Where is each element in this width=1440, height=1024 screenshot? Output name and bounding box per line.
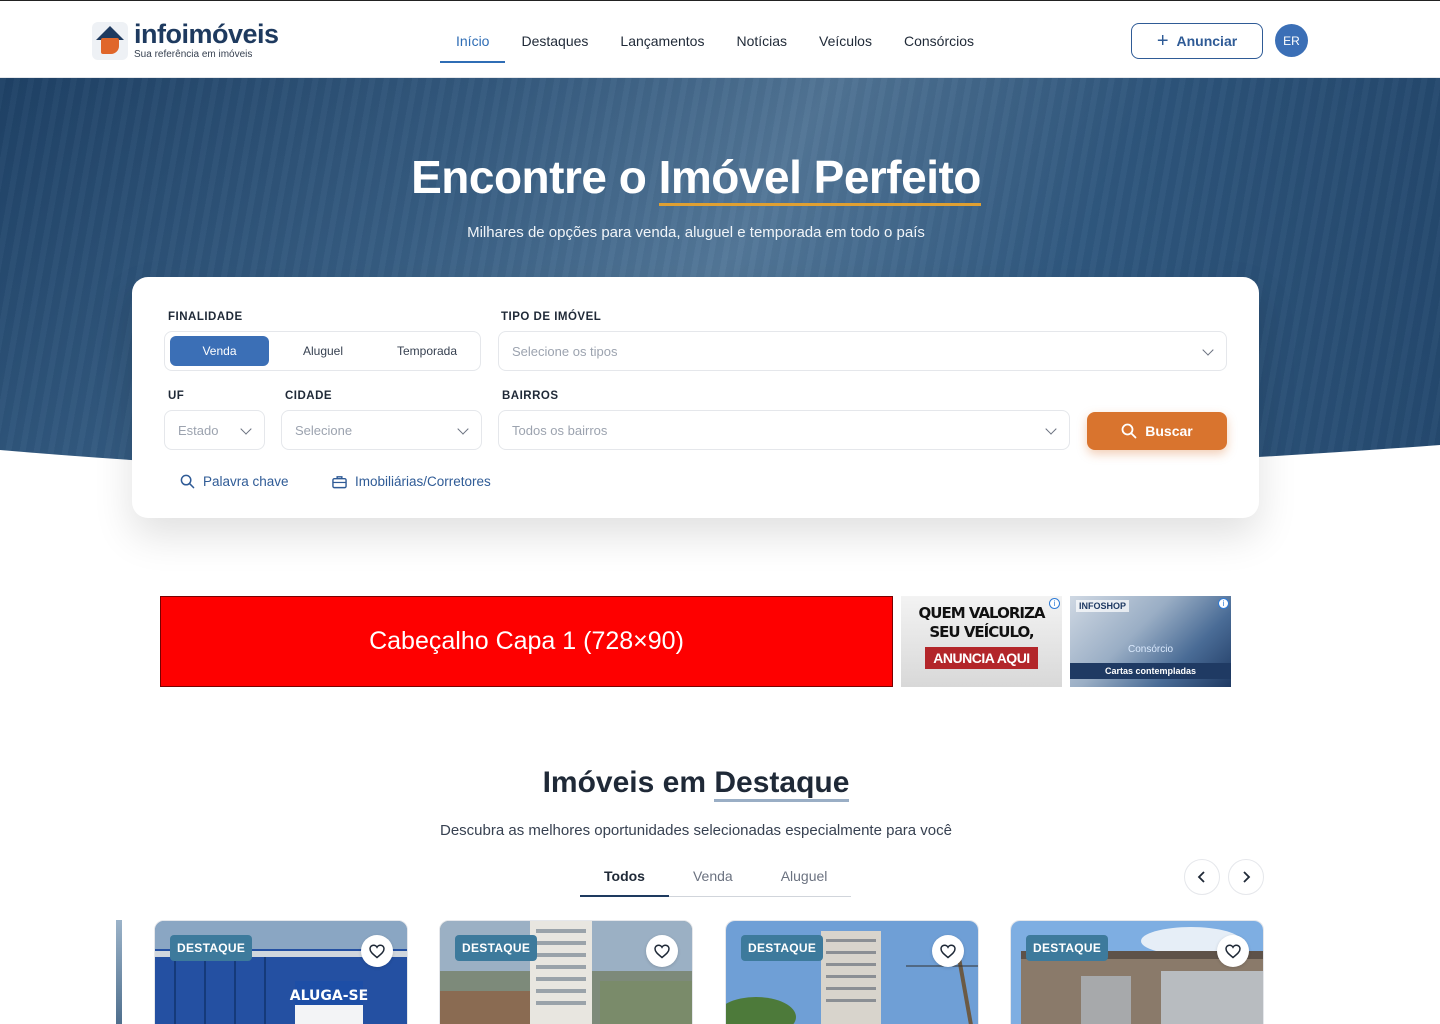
keyword-search-link[interactable]: Palavra chave [180, 474, 289, 489]
anunciar-button[interactable]: + Anunciar [1131, 23, 1263, 59]
finalidade-label: FINALIDADE [168, 311, 243, 323]
finalidade-temporada[interactable]: Temporada [377, 336, 477, 366]
featured-tabs: Todos Venda Aluguel [580, 862, 852, 897]
ad-main-text: Cabeçalho Capa 1 (728×90) [369, 627, 684, 655]
logo-tagline: Sua referência em imóveis [134, 49, 253, 60]
ad-infoshop-line2: Cartas contempladas [1070, 663, 1231, 679]
property-card[interactable]: DESTAQUE [725, 920, 979, 1024]
briefcase-icon [332, 475, 347, 488]
logo-name: infoimóveis [134, 19, 279, 49]
ad-infoshop-brand: INFOSHOP [1076, 600, 1130, 612]
featured-subtitle: Descubra as melhores oportunidades selec… [440, 822, 952, 839]
finalidade-segmented: Venda Aluguel Temporada [164, 331, 481, 371]
anunciar-label: Anunciar [1176, 33, 1238, 49]
chevron-right-icon [1243, 871, 1251, 883]
ad-info-icon[interactable]: i [1049, 598, 1060, 609]
ad-banner-veiculo[interactable]: QUEM VALORIZA SEU VEÍCULO, ANUNCIA AQUI … [901, 596, 1062, 687]
ad-veiculo-cta: ANUNCIA AQUI [925, 646, 1038, 669]
house-logo-icon [92, 21, 128, 60]
user-avatar[interactable]: ER [1275, 24, 1308, 57]
chevron-down-icon [240, 423, 252, 435]
cidade-placeholder: Selecione [295, 422, 353, 438]
destaque-badge: DESTAQUE [1026, 935, 1109, 961]
bairros-select[interactable]: Todos os bairros [498, 410, 1070, 450]
heart-icon [940, 943, 956, 958]
heart-icon [1225, 943, 1241, 958]
uf-label: UF [168, 390, 185, 402]
chevron-down-icon [1202, 344, 1214, 356]
property-card-partial[interactable] [116, 920, 122, 1024]
nav-lancamentos[interactable]: Lançamentos [604, 29, 720, 63]
property-card[interactable]: DESTAQUE [439, 920, 693, 1024]
ad-banner-infoshop[interactable]: INFOSHOP Consórcio Cartas contempladas i [1070, 596, 1231, 687]
heart-icon [369, 943, 385, 958]
carousel-next-button[interactable] [1228, 859, 1264, 895]
tab-todos[interactable]: Todos [580, 862, 669, 897]
bairros-placeholder: Todos os bairros [512, 422, 608, 438]
search-panel: FINALIDADE Venda Aluguel Temporada TIPO … [132, 277, 1259, 518]
favorite-button[interactable] [932, 935, 964, 967]
destaque-badge: DESTAQUE [170, 935, 253, 961]
tab-aluguel[interactable]: Aluguel [757, 862, 852, 896]
heart-icon [654, 943, 670, 958]
agencies-link[interactable]: Imobiliárias/Corretores [332, 474, 491, 489]
featured-title-part1: Imóveis em [542, 766, 715, 799]
hero-title: Encontre o Imóvel Perfeito [0, 150, 1392, 206]
agencies-link-label: Imobiliárias/Corretores [355, 474, 491, 489]
ad-veiculo-text: QUEM VALORIZA SEU VEÍCULO, [918, 604, 1046, 641]
finalidade-venda[interactable]: Venda [170, 336, 269, 366]
ad-info-icon[interactable]: i [1218, 598, 1229, 609]
nav-consorcios[interactable]: Consórcios [888, 29, 990, 63]
search-icon [1121, 423, 1137, 439]
ad-infoshop-line1: Consórcio [1127, 644, 1174, 655]
search-icon [180, 474, 195, 489]
cidade-select[interactable]: Selecione [281, 410, 482, 450]
tipo-label: TIPO DE IMÓVEL [501, 311, 602, 323]
plus-icon: + [1156, 30, 1169, 52]
bairros-label: BAIRROS [502, 390, 559, 402]
hero-title-highlight: Imóvel Perfeito [658, 152, 981, 206]
chevron-down-icon [1045, 423, 1057, 435]
carousel-prev-button[interactable] [1184, 859, 1220, 895]
hero-title-part1: Encontre o [411, 151, 659, 203]
hero-subtitle: Milhares de opções para venda, aluguel e… [467, 224, 925, 241]
tipo-select[interactable]: Selecione os tipos [498, 331, 1227, 371]
keyword-link-label: Palavra chave [203, 474, 289, 489]
destaque-badge: DESTAQUE [741, 935, 824, 961]
featured-title: Imóveis em Destaque [0, 766, 1392, 802]
chevron-left-icon [1197, 871, 1205, 883]
destaque-badge: DESTAQUE [455, 935, 538, 961]
featured-title-highlight: Destaque [714, 766, 850, 802]
nav-inicio[interactable]: Início [440, 29, 506, 63]
property-card[interactable]: ALUGA-SE DESTAQUE [154, 920, 408, 1024]
cidade-label: CIDADE [285, 390, 333, 402]
site-header: infoimóveis Sua referência em imóveis In… [0, 0, 1440, 78]
nav-veiculos[interactable]: Veículos [803, 29, 888, 63]
nav-destaques[interactable]: Destaques [505, 29, 604, 63]
finalidade-aluguel[interactable]: Aluguel [273, 336, 373, 366]
uf-placeholder: Estado [178, 422, 219, 438]
site-logo[interactable]: infoimóveis Sua referência em imóveis [92, 21, 279, 60]
ad-banner-main[interactable]: Cabeçalho Capa 1 (728×90) [160, 596, 893, 687]
nav-noticias[interactable]: Notícias [720, 29, 803, 63]
uf-select[interactable]: Estado [164, 410, 265, 450]
favorite-button[interactable] [1217, 935, 1249, 967]
buscar-button[interactable]: Buscar [1087, 412, 1227, 450]
favorite-button[interactable] [361, 935, 393, 967]
tab-venda[interactable]: Venda [669, 862, 757, 896]
tipo-placeholder: Selecione os tipos [512, 343, 618, 359]
buscar-label: Buscar [1145, 423, 1193, 439]
main-nav: Início Destaques Lançamentos Notícias Ve… [440, 29, 990, 63]
favorite-button[interactable] [646, 935, 678, 967]
property-card[interactable]: DESTAQUE [1010, 920, 1264, 1024]
chevron-down-icon [457, 423, 469, 435]
svg-text:ALUGA-SE: ALUGA-SE [290, 988, 368, 1004]
